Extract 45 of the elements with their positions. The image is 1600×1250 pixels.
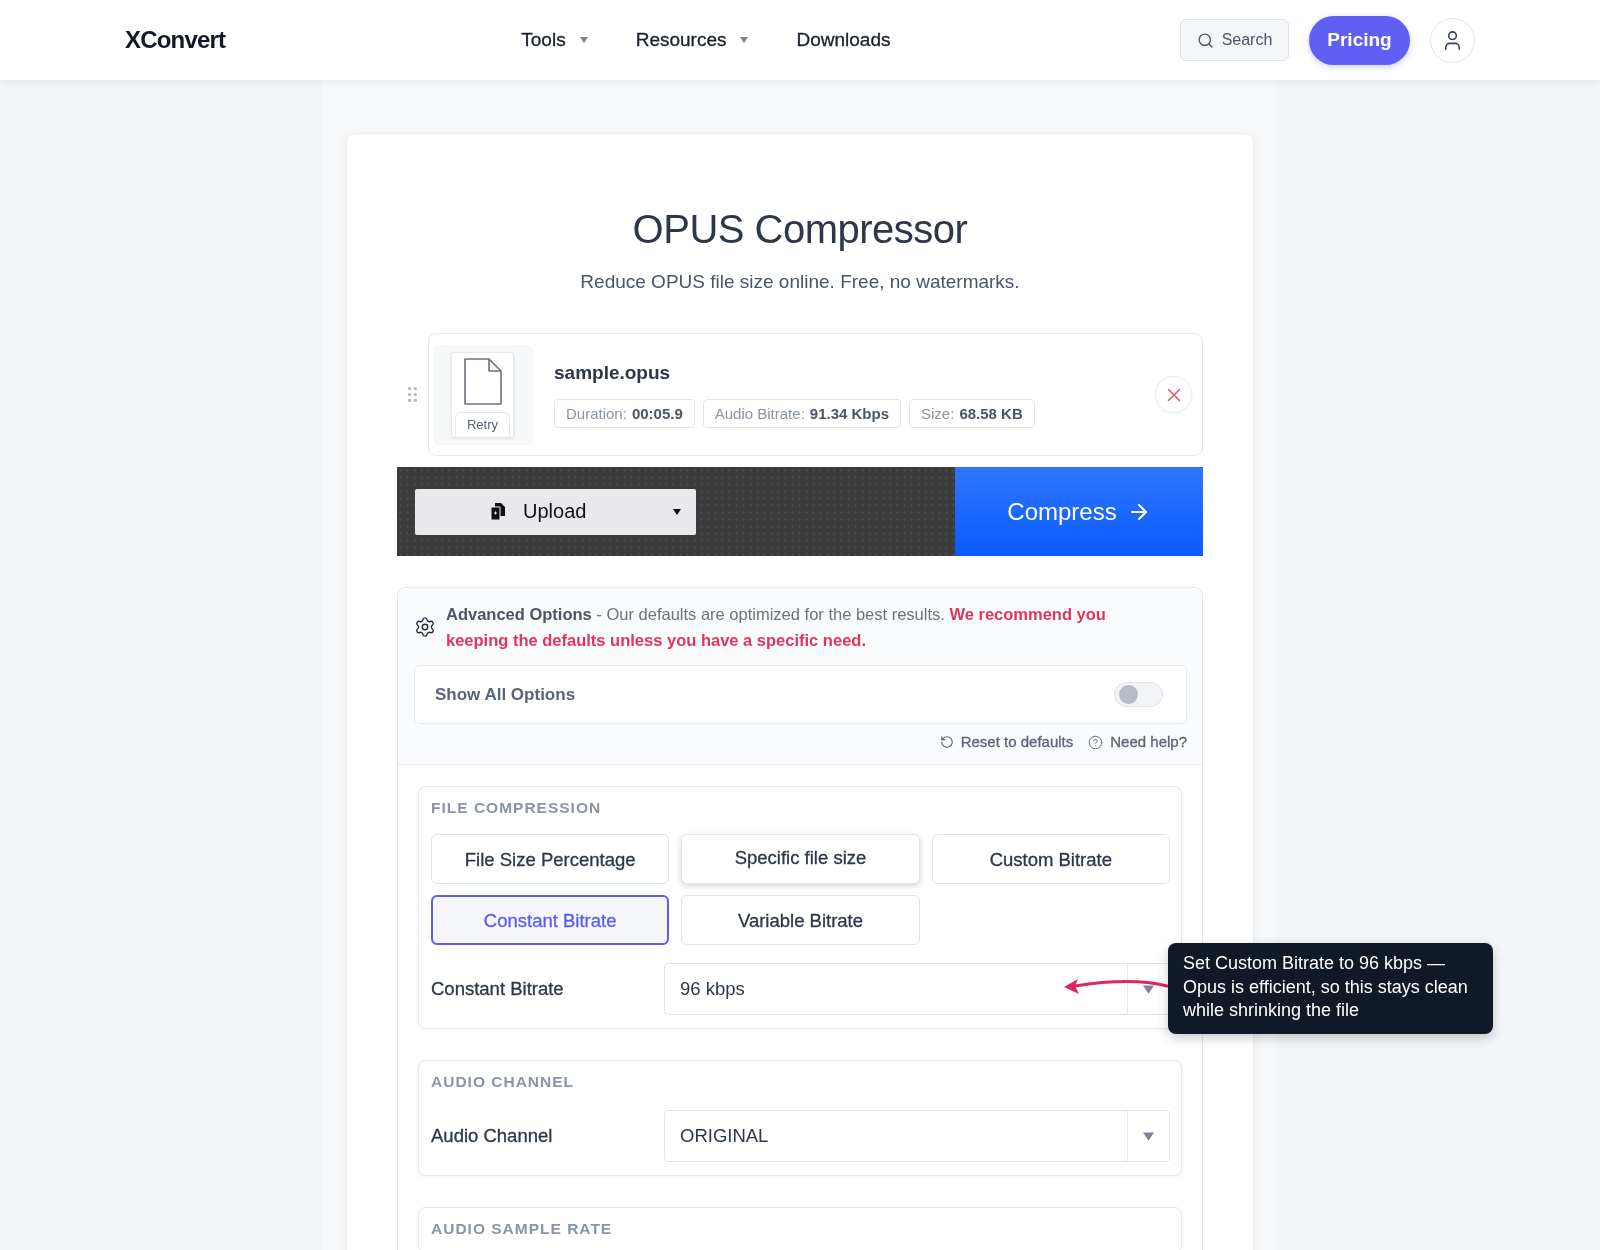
toggle-switch[interactable] (1114, 682, 1163, 707)
file-name: sample.opus (554, 361, 672, 385)
file-meta-tag: Duration: 00:05.9 (554, 399, 695, 428)
page-title: OPUS Compressor (631, 206, 969, 253)
help-icon (1088, 734, 1104, 750)
search-icon (1196, 31, 1214, 49)
tooltip: Set Custom Bitrate to 96 kbps — Opus is efficient, so this stays clean while shrinking the file (1168, 943, 1493, 1034)
help-link[interactable]: Need help? (1088, 732, 1187, 752)
retry-button[interactable]: Retry (455, 411, 510, 437)
page-subtitle: Reduce OPUS file size online. Free, no watermarks. (579, 270, 1021, 294)
reset-defaults-link[interactable]: Reset to defaults (939, 732, 1074, 752)
remove-file-button[interactable] (1155, 376, 1192, 413)
logo[interactable]: XConvert (125, 26, 226, 54)
file-meta-tag: Size: 68.58 KB (909, 399, 1035, 428)
option-button[interactable]: Constant Bitrate (431, 895, 670, 945)
select-field[interactable]: 96 kbps (664, 963, 1170, 1015)
compress-button[interactable]: Compress (955, 467, 1203, 556)
section-heading: AUDIO CHANNEL (431, 1072, 576, 1092)
file-icon (463, 357, 502, 405)
caret-icon (672, 508, 682, 515)
option-button[interactable]: Variable Bitrate (681, 895, 920, 945)
select-field[interactable]: ORIGINAL (664, 1110, 1170, 1162)
files-icon (491, 503, 505, 520)
search-button[interactable]: Search (1180, 19, 1289, 61)
nav-link[interactable]: Downloads (796, 29, 891, 51)
drag-handle-icon[interactable] (408, 387, 417, 402)
nav-link[interactable]: Tools (521, 29, 588, 51)
caret-icon (1143, 984, 1154, 994)
option-button[interactable]: Specific file size (681, 834, 920, 884)
nav-link[interactable]: Resources (635, 29, 749, 51)
caret-icon (1143, 1131, 1154, 1141)
advanced-options-note: Advanced Options - Our defaults are optimized for the best results. We recommend you keeping the defaults unless you have a specific need. (446, 604, 1107, 651)
section-heading: AUDIO SAMPLE RATE (431, 1219, 614, 1239)
show-all-options-label: Show All Options (435, 684, 576, 705)
file-meta-tag: Audio Bitrate: 91.34 Kbps (702, 399, 902, 428)
upload-button[interactable]: Upload (415, 488, 696, 535)
section-heading: FILE COMPRESSION (431, 798, 603, 818)
option-button[interactable]: Custom Bitrate (931, 834, 1170, 884)
option-button[interactable]: File Size Percentage (431, 834, 670, 884)
settings-icon (414, 616, 436, 638)
pricing-button[interactable]: Pricing (1309, 15, 1410, 65)
field-label: Constant Bitrate (431, 978, 565, 1000)
reset-icon (939, 735, 954, 749)
field-label: Audio Channel (431, 1125, 554, 1147)
account-button[interactable] (1430, 17, 1475, 63)
